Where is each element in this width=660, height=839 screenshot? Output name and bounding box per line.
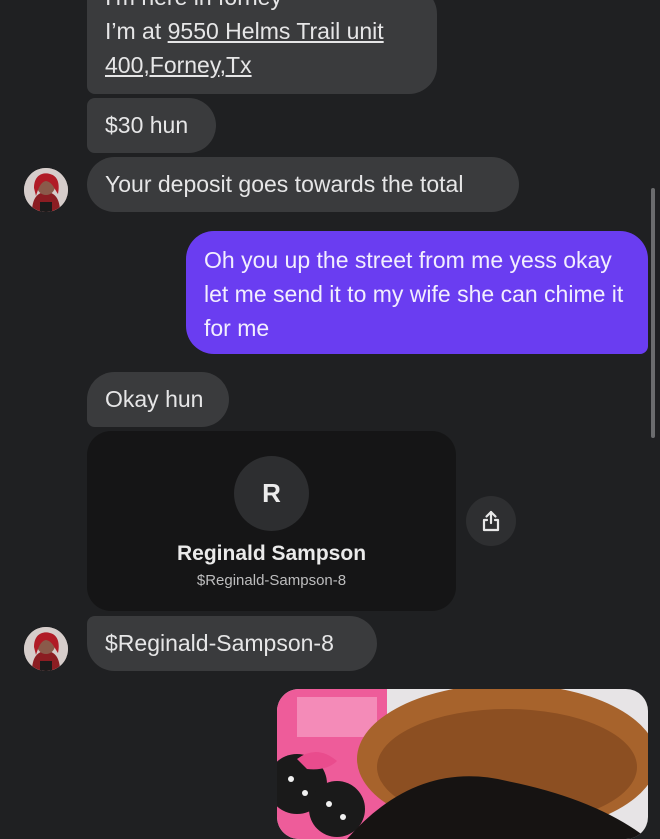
payment-card[interactable]: R Reginald Sampson $Reginald-Sampson-8 [87, 431, 456, 611]
message-text: $30 hun [105, 112, 189, 138]
payment-cashtag: $Reginald-Sampson-8 [196, 572, 347, 589]
avatar[interactable] [24, 168, 68, 212]
message-text-prefix: I’m at [105, 18, 168, 44]
message-bubble-outgoing: Oh you up the street from me yess okay l… [186, 231, 648, 354]
photo-image [277, 689, 648, 839]
message-bubble-address: I'm here in forney I’m at 9550 Helms Tra… [87, 0, 437, 94]
message-text: Oh you up the street from me yess okay l… [204, 247, 624, 341]
scrollbar[interactable] [651, 188, 655, 438]
message-text-partial: I'm here in forney [105, 0, 419, 14]
message-text: Your deposit goes towards the total [105, 171, 464, 197]
address-link-line2[interactable]: 400,Forney,Tx [105, 48, 419, 82]
payment-name: Reginald Sampson [176, 542, 367, 565]
message-bubble-okay: Okay hun [87, 372, 229, 427]
photo-message[interactable] [277, 689, 648, 839]
address-link[interactable]: 9550 Helms Trail unit [168, 18, 384, 44]
message-bubble-cashtag: $Reginald-Sampson-8 [87, 616, 377, 671]
message-text: $Reginald-Sampson-8 [105, 630, 334, 656]
payment-avatar: R [234, 456, 309, 531]
message-text: Okay hun [105, 386, 204, 412]
avatar[interactable] [24, 627, 68, 671]
message-bubble-price: $30 hun [87, 98, 216, 153]
avatar-image [24, 627, 68, 671]
share-icon [482, 510, 500, 532]
message-bubble-deposit: Your deposit goes towards the total [87, 157, 519, 212]
share-button[interactable] [466, 496, 516, 546]
avatar-image [24, 168, 68, 212]
